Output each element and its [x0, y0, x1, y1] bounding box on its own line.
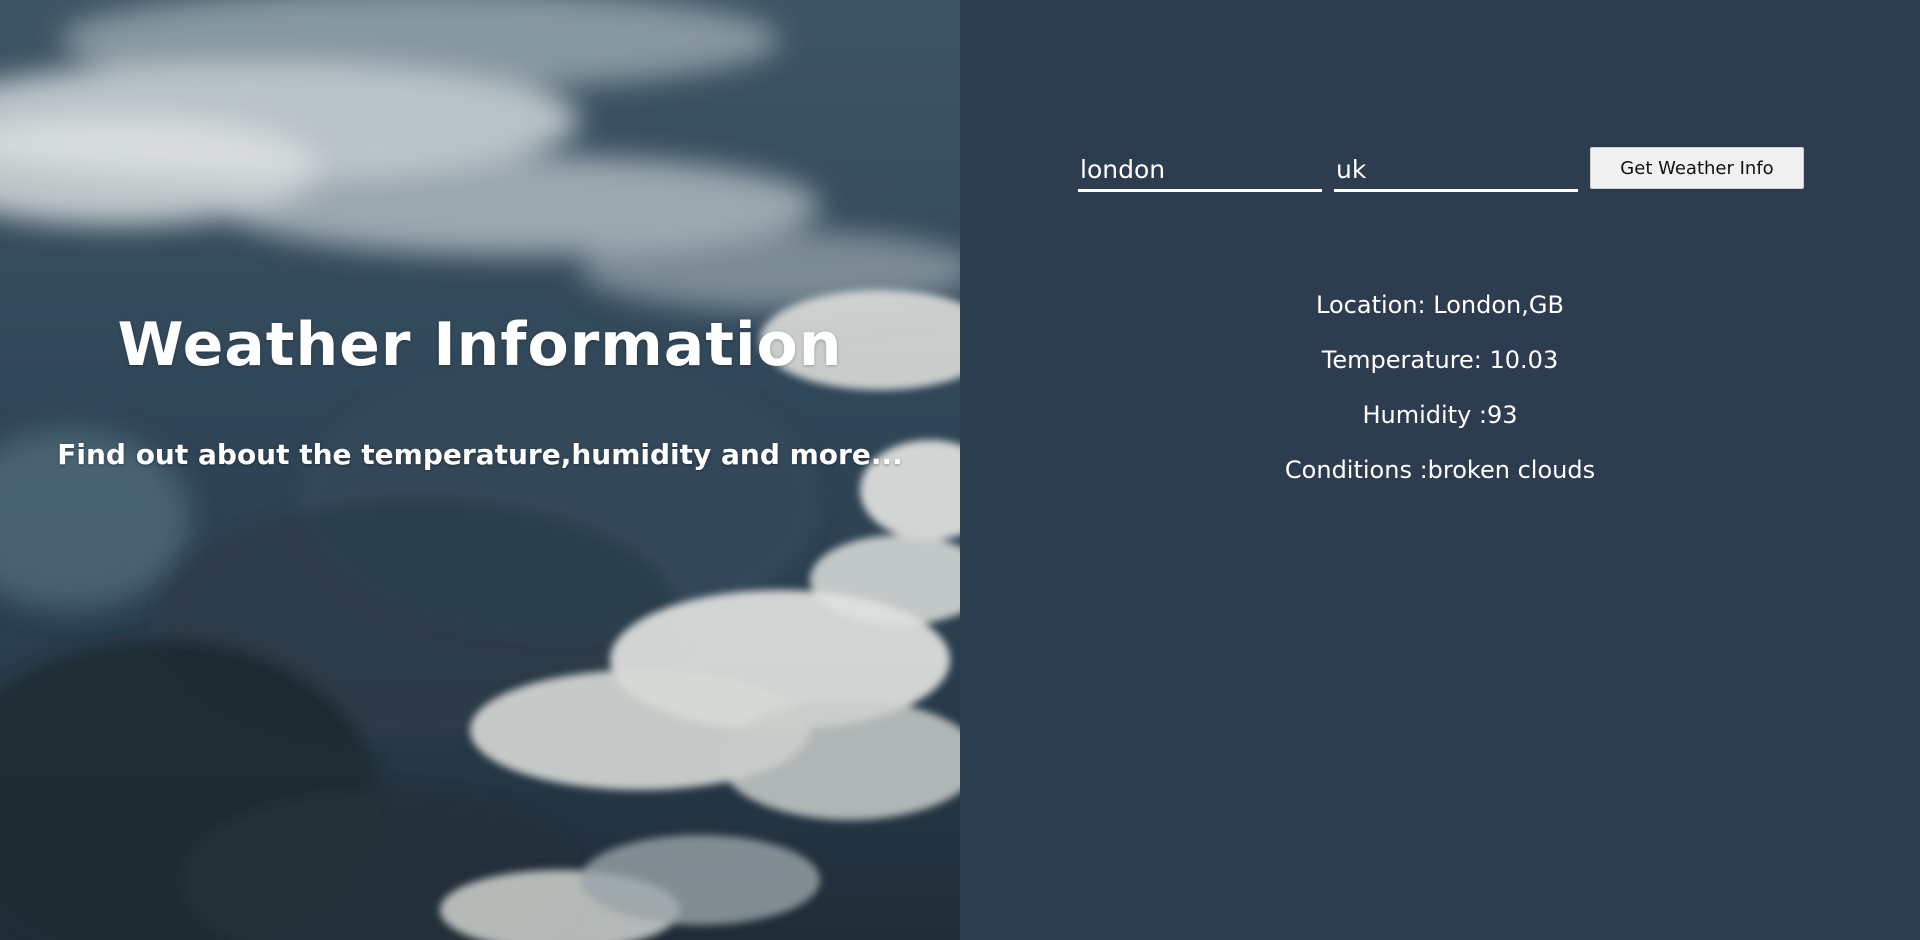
conditions-result: Conditions :broken clouds: [1284, 456, 1596, 484]
get-weather-button[interactable]: Get Weather Info: [1590, 147, 1804, 189]
hero-panel: Weather Information Find out about the t…: [0, 0, 960, 940]
location-result: Location: London,GB: [1316, 291, 1564, 319]
country-input[interactable]: [1334, 152, 1578, 192]
hero-title: Weather Information: [117, 310, 843, 380]
page: Weather Information Find out about the t…: [0, 0, 1920, 940]
humidity-result: Humidity :93: [1362, 401, 1518, 429]
weather-panel: Get Weather Info Location: London,GB Tem…: [960, 0, 1920, 940]
city-input[interactable]: [1078, 152, 1322, 192]
weather-form: Get Weather Info: [1078, 147, 1804, 192]
temperature-result: Temperature: 10.03: [1321, 346, 1559, 374]
weather-results: Location: London,GB Temperature: 10.03 H…: [960, 278, 1920, 498]
hero-subtitle: Find out about the temperature,humidity …: [57, 438, 903, 471]
